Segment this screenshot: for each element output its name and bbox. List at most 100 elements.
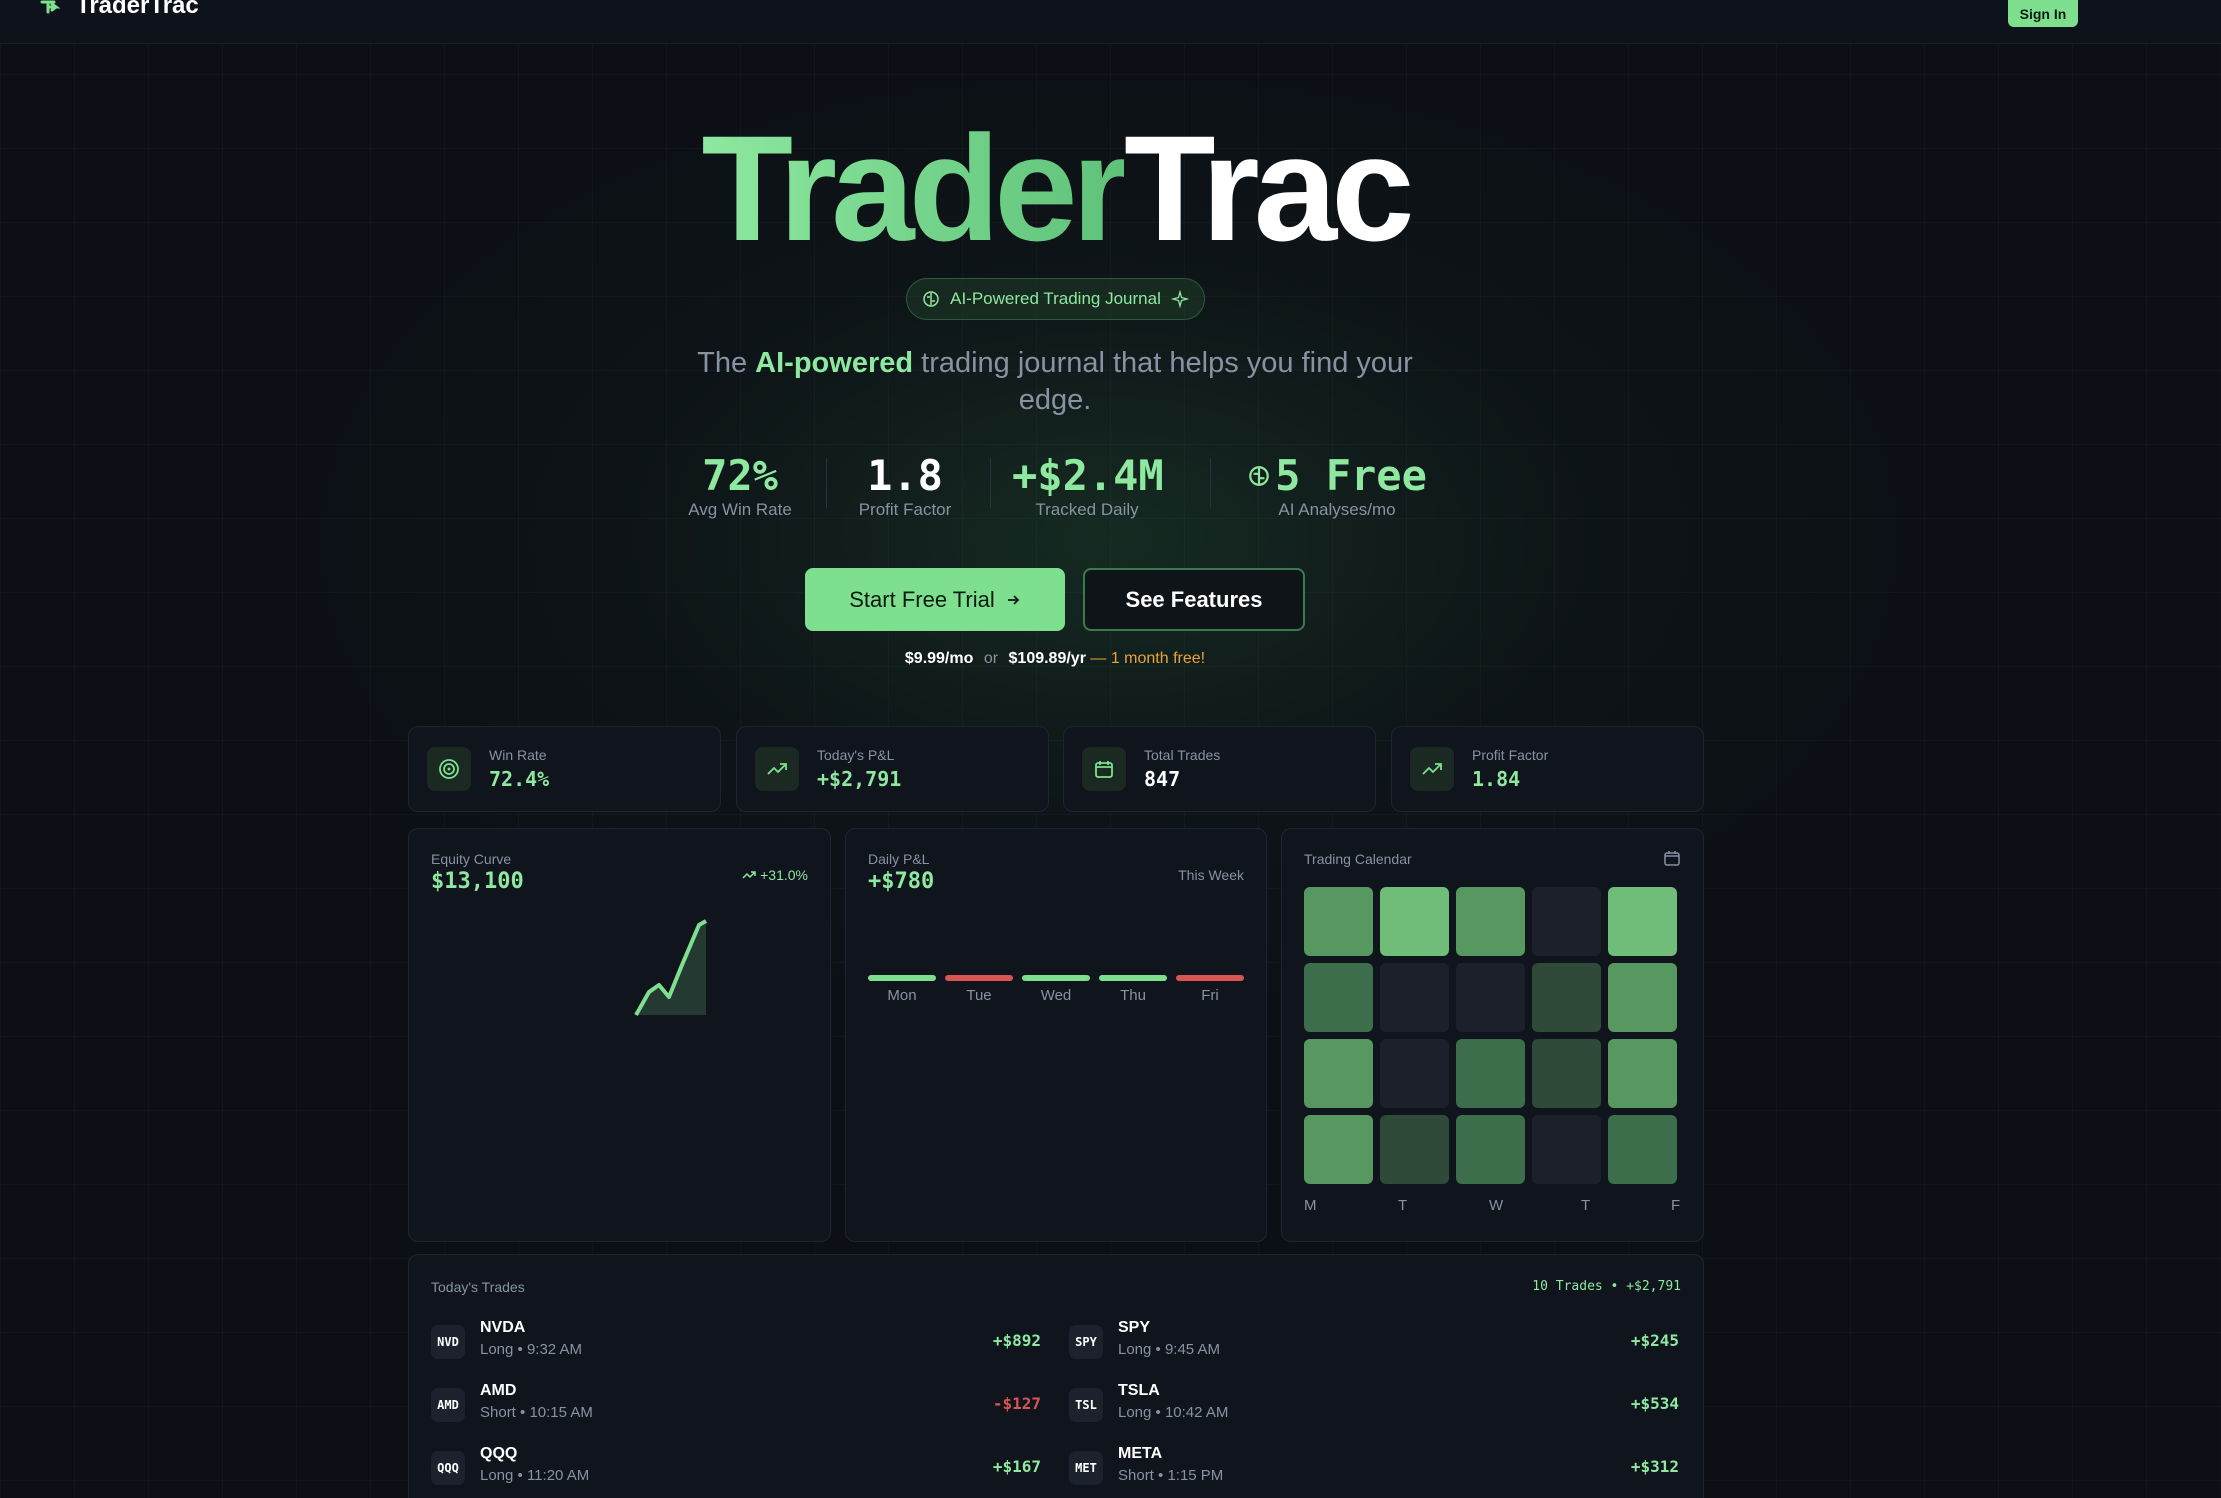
- top-nav: TraderTrac Sign In: [0, 0, 2221, 44]
- stat-value: 5 Free: [1275, 451, 1427, 500]
- stat-tracked-daily: +$2.4M Tracked Daily: [1012, 450, 1164, 520]
- trade-symbol: QQQ: [480, 1445, 518, 1462]
- stat-divider: [1210, 458, 1211, 508]
- trending-up-icon: [1410, 747, 1454, 791]
- feature-pill: AI-Powered Trading Journal: [906, 278, 1205, 320]
- trade-row-qqq[interactable]: QQQ QQQ Long • 11:20 AM +$167: [431, 1445, 1041, 1495]
- calendar-day-label: M: [1304, 1197, 1317, 1214]
- trade-pnl: +$245: [1630, 1331, 1679, 1350]
- tagline: The AI-powered trading journal that help…: [680, 345, 1430, 419]
- trade-row-tsla[interactable]: TSL TSLA Long • 10:42 AM +$534: [1069, 1382, 1679, 1432]
- trade-symbol: TSLA: [1118, 1382, 1160, 1399]
- sign-in-button[interactable]: Sign In: [2008, 0, 2078, 27]
- metric-card-total-trades: Total Trades 847: [1063, 726, 1376, 812]
- equity-curve-chart: [634, 919, 707, 1016]
- hero-title: TraderTrac: [0, 108, 2110, 268]
- calendar-day-cell[interactable]: [1304, 1039, 1373, 1108]
- feature-pill-label: AI-Powered Trading Journal: [950, 289, 1161, 308]
- calendar-day-cell[interactable]: [1532, 887, 1601, 956]
- trade-row-meta[interactable]: MET META Short • 1:15 PM +$312: [1069, 1445, 1679, 1495]
- todays-trades-panel: Today's Trades 10 Trades • +$2,791 NVD NV…: [408, 1254, 1704, 1498]
- daily-day-label: Fri: [1201, 987, 1219, 1004]
- trading-calendar-panel: Trading Calendar M T W T F: [1281, 828, 1704, 1242]
- price-month: $9.99/mo: [904, 650, 974, 667]
- metric-card-todays-pnl: Today's P&L +$2,791: [736, 726, 1049, 812]
- calendar-day-cell[interactable]: [1380, 963, 1449, 1032]
- ticker-badge: TSL: [1069, 1388, 1103, 1422]
- equity-value: $13,100: [431, 869, 524, 894]
- stat-label: Avg Win Rate: [688, 500, 792, 519]
- metric-label: Profit Factor: [1472, 747, 1549, 763]
- calendar-day-cell[interactable]: [1380, 1039, 1449, 1108]
- trending-up-icon: [755, 747, 799, 791]
- trade-detail: Long • 10:42 AM: [1118, 1404, 1229, 1421]
- trade-row-spy[interactable]: SPY SPY Long • 9:45 AM +$245: [1069, 1319, 1679, 1369]
- stat-value-row: 5 Free: [1242, 450, 1432, 502]
- metric-label: Win Rate: [489, 747, 547, 763]
- trade-symbol: NVDA: [480, 1319, 526, 1336]
- target-icon: [427, 747, 471, 791]
- calendar-day-cell[interactable]: [1608, 1115, 1677, 1184]
- see-features-button[interactable]: See Features: [1083, 568, 1305, 631]
- calendar-day-cell[interactable]: [1608, 887, 1677, 956]
- trade-detail: Short • 1:15 PM: [1118, 1467, 1224, 1484]
- sparkle-icon: [1170, 290, 1189, 308]
- ticker-badge: MET: [1069, 1451, 1103, 1485]
- metric-value: 72.4%: [489, 767, 550, 791]
- daily-label: Daily P&L: [868, 851, 930, 867]
- calendar-label: Trading Calendar: [1304, 851, 1412, 867]
- calendar-day-cell[interactable]: [1456, 1039, 1525, 1108]
- trade-detail: Short • 10:15 AM: [480, 1404, 593, 1421]
- stat-profit-factor: 1.8 Profit Factor: [850, 450, 960, 520]
- calendar-day-cell[interactable]: [1304, 1115, 1373, 1184]
- metric-card-win-rate: Win Rate 72.4%: [408, 726, 721, 812]
- trade-row-amd[interactable]: AMD AMD Short • 10:15 AM -$127: [431, 1382, 1041, 1432]
- trade-pnl: +$167: [992, 1457, 1041, 1476]
- trade-detail: Long • 9:45 AM: [1118, 1341, 1220, 1358]
- daily-day-label: Thu: [1120, 987, 1146, 1004]
- calendar-day-cell[interactable]: [1532, 963, 1601, 1032]
- brain-icon: [923, 291, 939, 307]
- tagline-highlight: AI-powered: [755, 347, 914, 379]
- brand[interactable]: TraderTrac: [40, 0, 199, 18]
- calendar-day-cell[interactable]: [1304, 887, 1373, 956]
- metric-card-profit-factor: Profit Factor 1.84: [1391, 726, 1704, 812]
- calendar-icon[interactable]: [1663, 849, 1681, 867]
- calendar-day-label: T: [1581, 1197, 1591, 1214]
- stat-divider: [990, 458, 991, 508]
- price-promo: — 1 month free!: [1090, 650, 1206, 667]
- tagline-pre: The: [697, 347, 756, 379]
- start-free-trial-button[interactable]: Start Free Trial: [805, 568, 1065, 631]
- calendar-day-cell[interactable]: [1304, 963, 1373, 1032]
- calendar-day-cell[interactable]: [1608, 1039, 1677, 1108]
- calendar-day-label: T: [1398, 1197, 1408, 1214]
- trending-up-icon: [742, 871, 756, 879]
- calendar-day-cell[interactable]: [1532, 1115, 1601, 1184]
- calendar-day-cell[interactable]: [1380, 1115, 1449, 1184]
- stat-divider: [826, 458, 827, 508]
- stat-value: 1.8: [867, 451, 943, 500]
- stat-value: +$2.4M: [1012, 451, 1164, 500]
- calendar-day-cell[interactable]: [1608, 963, 1677, 1032]
- calendar-day-label: F: [1671, 1197, 1681, 1214]
- calendar-day-cell[interactable]: [1456, 887, 1525, 956]
- brand-name: TraderTrac: [76, 0, 199, 19]
- calendar-day-cell[interactable]: [1456, 963, 1525, 1032]
- stat-win-rate: 72% Avg Win Rate: [680, 450, 800, 520]
- daily-bar-thu: [1099, 975, 1167, 981]
- stat-label: Tracked Daily: [1035, 500, 1139, 519]
- stat-label: AI Analyses/mo: [1278, 500, 1396, 519]
- trade-symbol: AMD: [480, 1382, 517, 1399]
- arrow-right-icon: [1007, 594, 1020, 605]
- daily-bar-mon: [868, 975, 936, 981]
- calendar-day-cell[interactable]: [1456, 1115, 1525, 1184]
- calendar-day-cell[interactable]: [1532, 1039, 1601, 1108]
- trade-pnl: +$312: [1630, 1457, 1679, 1476]
- pricing-line: $9.99/mo or $109.89/yr — 1 month free!: [0, 650, 2110, 668]
- ticker-badge: AMD: [431, 1388, 465, 1422]
- hero-title-white: Trac: [1124, 104, 1415, 272]
- daily-day-label: Wed: [1040, 987, 1072, 1004]
- stat-ai-analyses: 5 Free AI Analyses/mo: [1242, 450, 1432, 520]
- trade-row-nvda[interactable]: NVD NVDA Long • 9:32 AM +$892: [431, 1319, 1041, 1369]
- calendar-day-cell[interactable]: [1380, 887, 1449, 956]
